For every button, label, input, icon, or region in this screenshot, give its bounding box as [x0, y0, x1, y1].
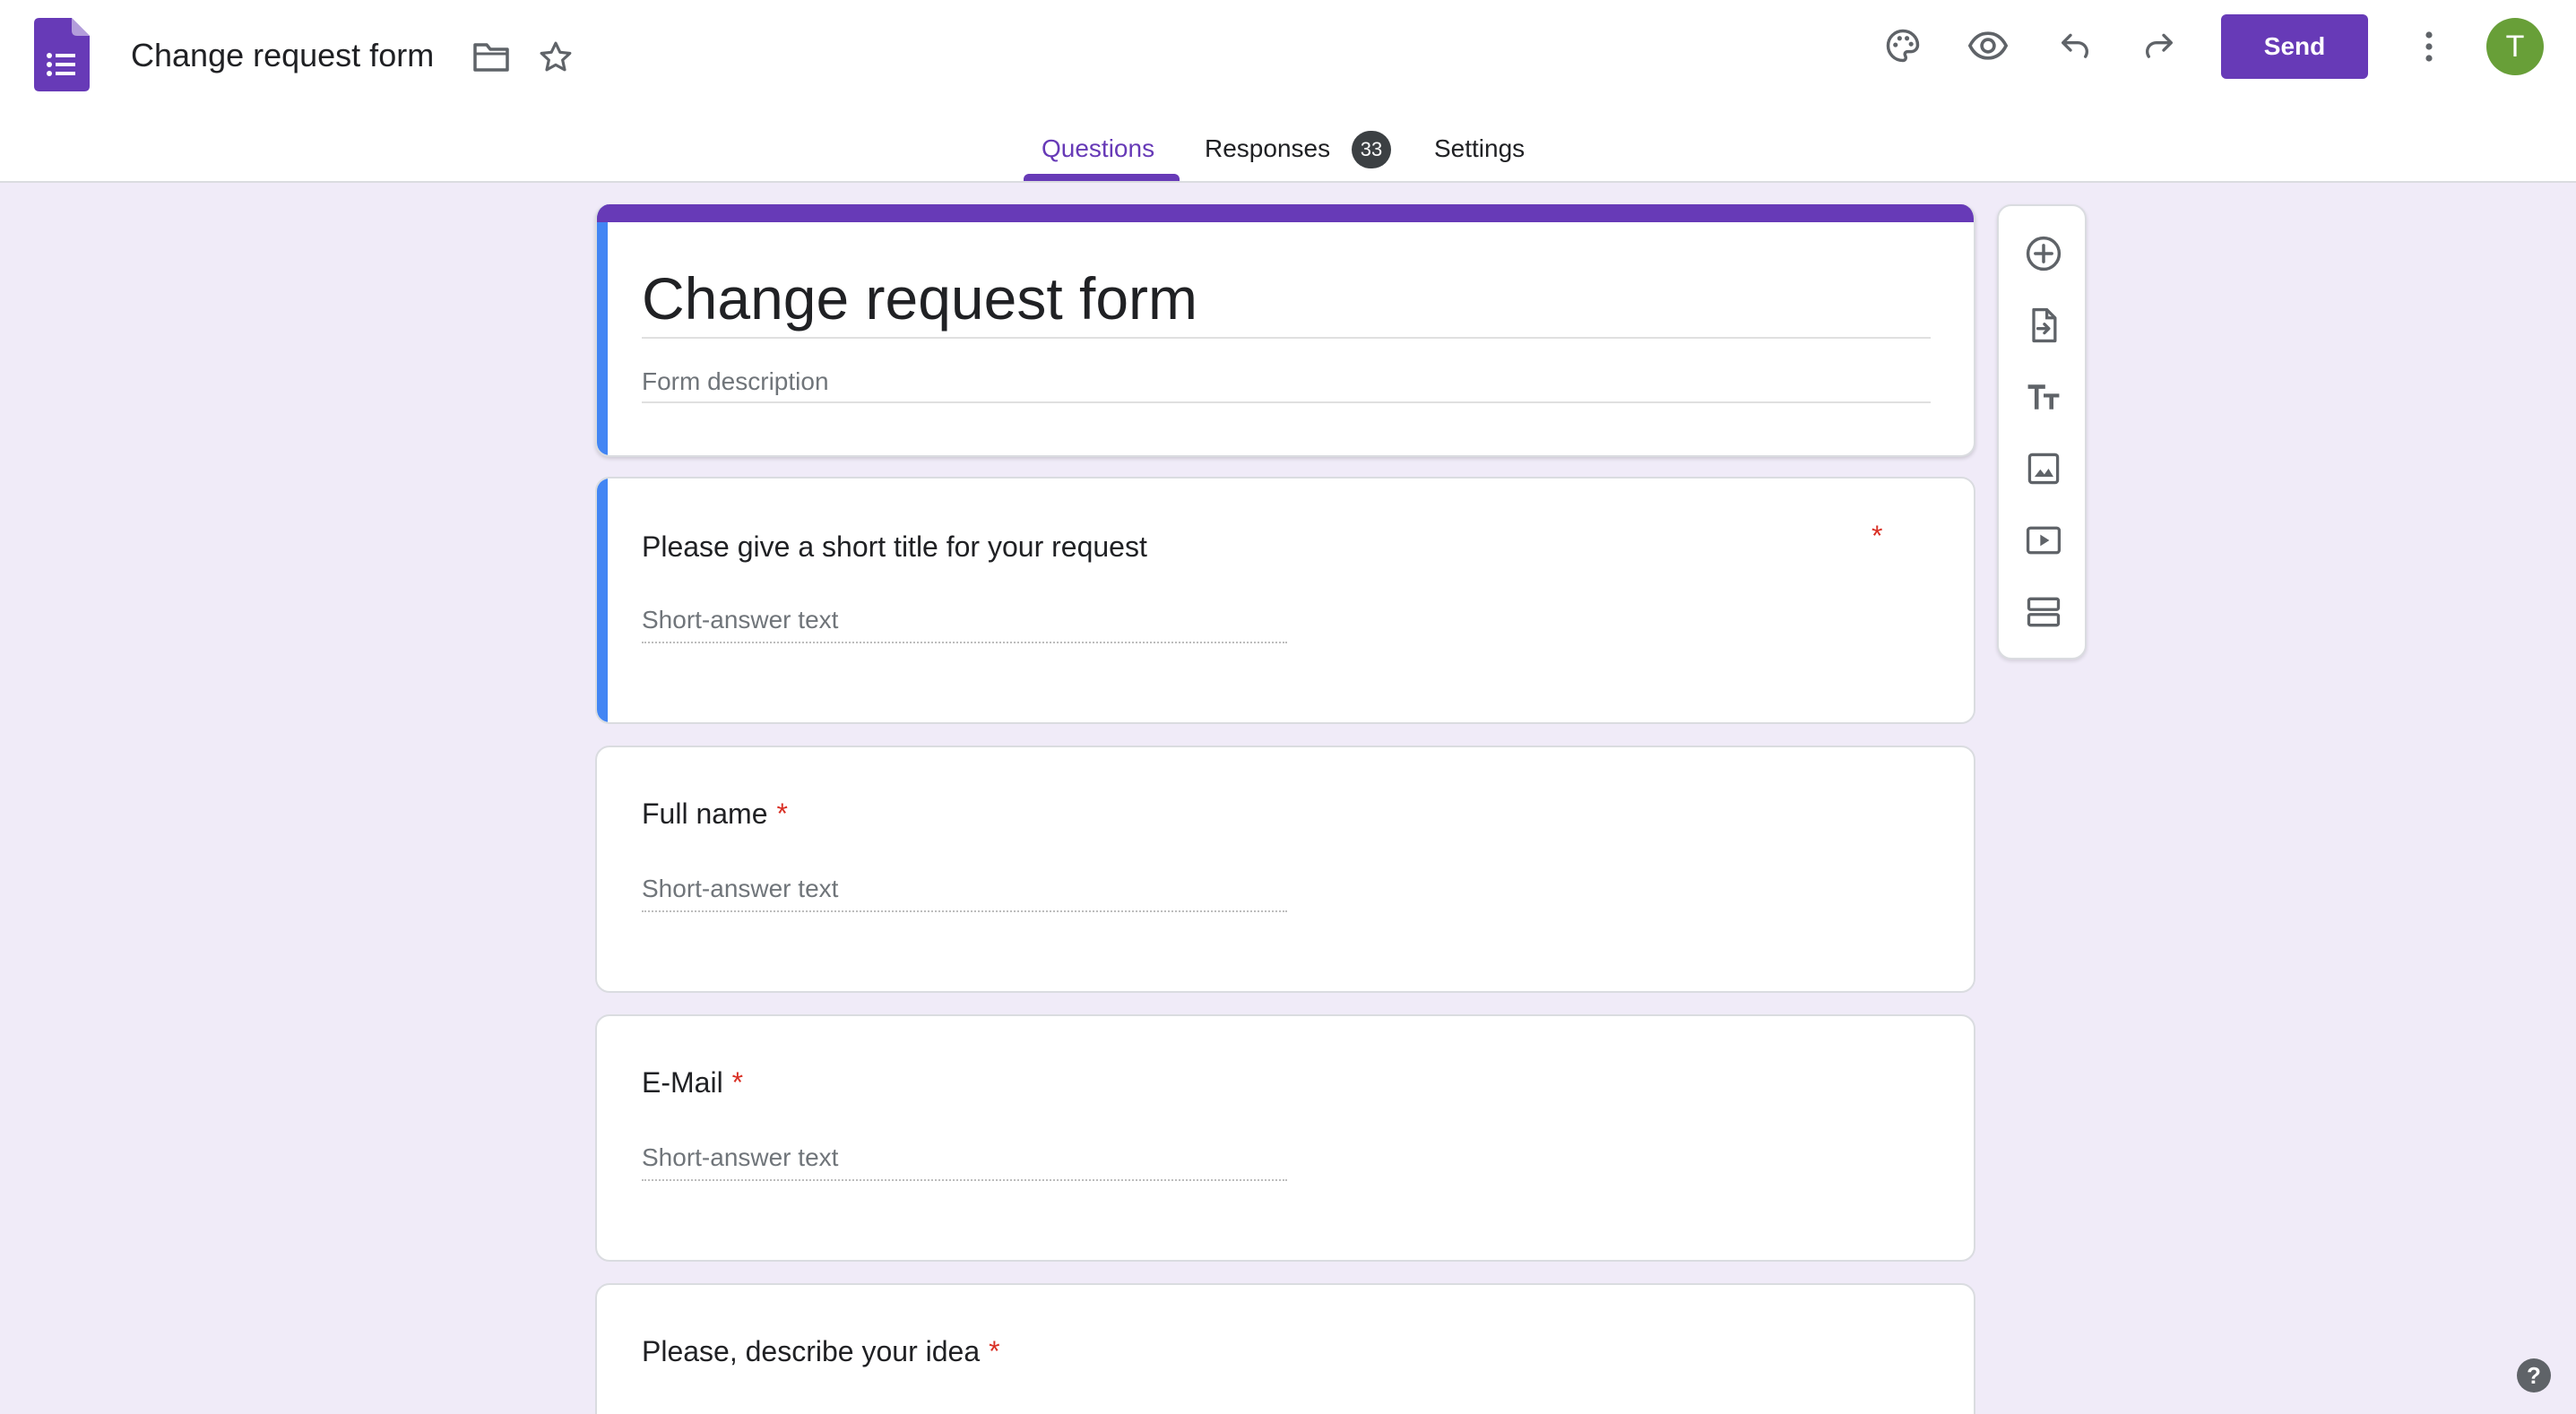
form-title-card[interactable]: Change request form Form description [595, 204, 1975, 457]
question-card[interactable]: E-Mail * Short-answer text [595, 1014, 1975, 1262]
required-asterisk: * [731, 1066, 744, 1099]
required-asterisk: * [1871, 520, 1883, 552]
star-icon[interactable] [534, 36, 577, 79]
document-title[interactable]: Change request form [131, 32, 434, 79]
question-title-text: E-Mail [642, 1066, 723, 1099]
question-title[interactable]: Please give a short title for your reque… [642, 527, 1147, 566]
more-vert-icon[interactable] [2411, 23, 2447, 70]
send-button[interactable]: Send [2221, 14, 2368, 79]
redo-icon[interactable] [2137, 23, 2182, 68]
question-title[interactable]: E-Mail * [642, 1063, 743, 1102]
tab-questions[interactable]: Questions [1042, 133, 1154, 165]
undo-icon[interactable] [2053, 23, 2097, 68]
question-title[interactable]: Please, describe your idea * [642, 1332, 1000, 1371]
forms-logo-icon[interactable] [34, 18, 90, 91]
responses-count-badge: 33 [1352, 131, 1391, 168]
preview-eye-icon[interactable] [1965, 23, 2011, 68]
question-card[interactable]: Please give a short title for your reque… [595, 477, 1975, 724]
short-answer-field: Short-answer text [642, 1140, 1287, 1181]
short-answer-field: Short-answer text [642, 871, 1287, 912]
active-tab-indicator [1024, 174, 1180, 181]
question-title-text: Full name [642, 798, 768, 830]
import-questions-icon[interactable] [2021, 303, 2066, 348]
folder-icon[interactable] [470, 36, 513, 79]
add-question-icon[interactable] [2021, 231, 2066, 276]
help-icon[interactable]: ? [2517, 1358, 2551, 1392]
question-title-text: Please, describe your idea [642, 1335, 981, 1367]
add-video-icon[interactable] [2021, 518, 2066, 563]
add-title-icon[interactable] [2021, 375, 2066, 419]
question-title[interactable]: Full name * [642, 794, 788, 833]
palette-icon[interactable] [1880, 23, 1925, 68]
required-asterisk: * [776, 798, 788, 830]
tab-settings[interactable]: Settings [1434, 133, 1525, 165]
floating-toolbar [1997, 204, 2087, 660]
tab-responses[interactable]: Responses [1205, 133, 1330, 165]
avatar[interactable]: T [2486, 18, 2544, 75]
question-card[interactable]: Full name * Short-answer text [595, 746, 1975, 993]
add-section-icon[interactable] [2021, 590, 2066, 634]
short-answer-field: Short-answer text [642, 602, 1287, 643]
form-title-input[interactable]: Change request form [642, 258, 1931, 339]
question-card[interactable]: Please, describe your idea * [595, 1283, 1975, 1414]
app-header: Change request form Send T Questions Res… [0, 0, 2576, 183]
add-image-icon[interactable] [2021, 446, 2066, 491]
form-description-input[interactable]: Form description [642, 362, 1931, 403]
theme-color-bar [597, 204, 1974, 222]
required-asterisk: * [989, 1335, 1000, 1367]
